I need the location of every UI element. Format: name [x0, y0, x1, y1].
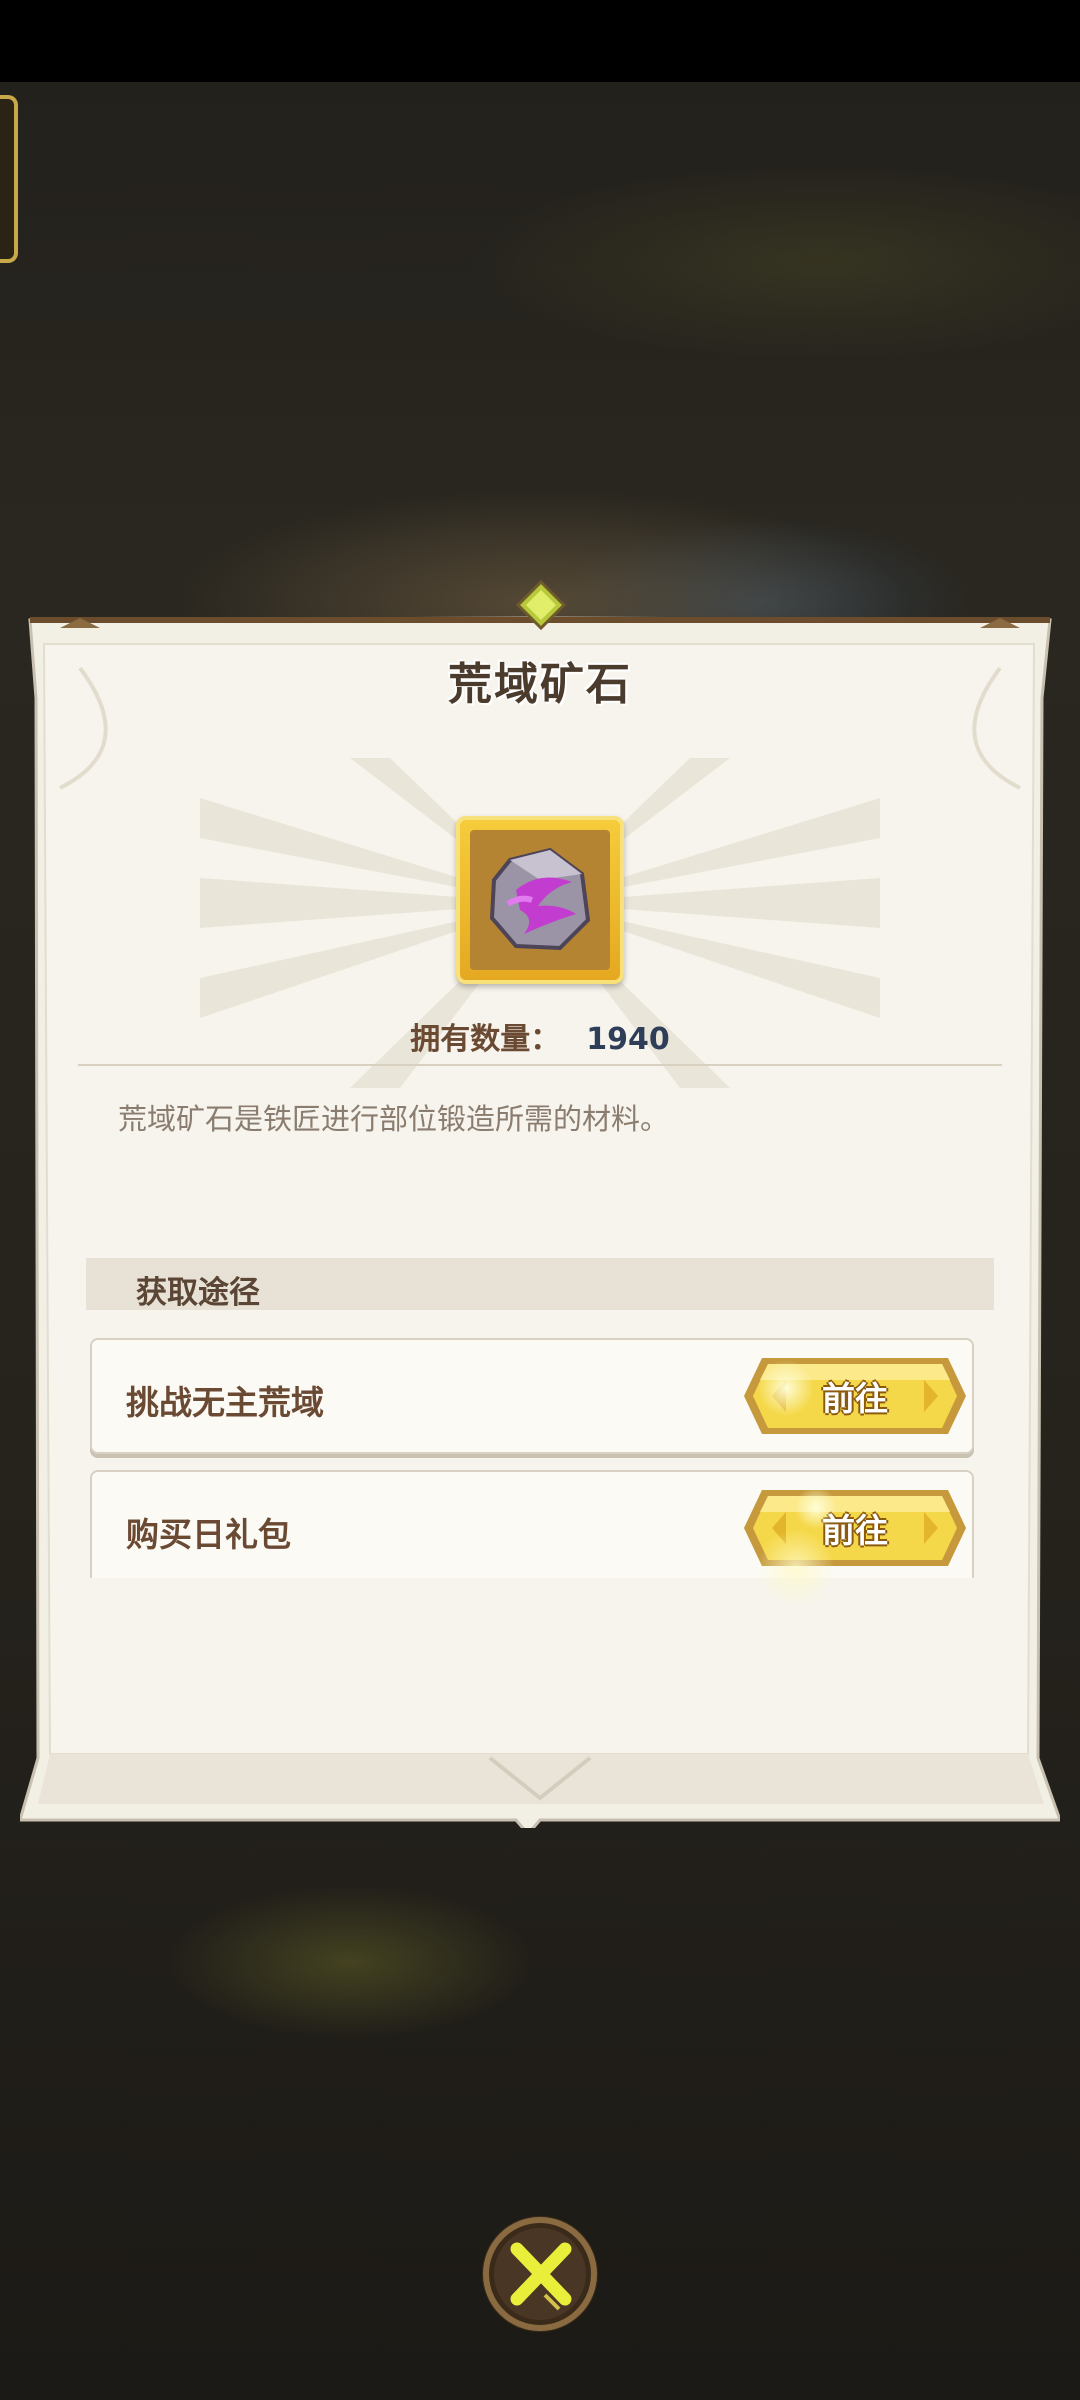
go-button-label: 前往: [822, 1511, 888, 1550]
item-description: 荒域矿石是铁匠进行部位锻造所需的材料。: [118, 1102, 670, 1136]
source-label: 挑战无主荒域: [126, 1383, 324, 1422]
status-bar: [0, 0, 1080, 82]
source-label: 购买日礼包: [126, 1515, 291, 1554]
close-x-icon: [482, 2216, 598, 2332]
go-button[interactable]: 前往: [742, 1354, 968, 1438]
source-row-daily-pack: 购买日礼包 前往: [90, 1470, 974, 1578]
acquire-section-header: 获取途径: [86, 1258, 994, 1311]
top-gem-ornament: [516, 580, 566, 630]
item-info-dialog: 荒域矿石 拥有数量： 1940 荒域矿石是铁匠进行部位锻造所需的材料。 获取途径…: [20, 580, 1060, 1828]
source-row-challenge: 挑战无主荒域 前往: [90, 1338, 974, 1454]
go-button-label: 前往: [822, 1379, 888, 1418]
owned-count: 1940: [586, 1022, 670, 1057]
side-badge[interactable]: [0, 95, 18, 263]
owned-quantity: 拥有数量： 1940: [20, 1014, 1060, 1058]
close-button[interactable]: [479, 2213, 601, 2335]
divider-line: [78, 1064, 1002, 1066]
dialog-title: 荒域矿石: [448, 659, 632, 710]
owned-label: 拥有数量：: [410, 1022, 561, 1057]
item-icon-frame: [456, 816, 624, 984]
go-button[interactable]: 前往: [742, 1486, 968, 1570]
acquire-section-title: 获取途径: [136, 1275, 260, 1311]
purple-ore-icon: [489, 847, 591, 951]
